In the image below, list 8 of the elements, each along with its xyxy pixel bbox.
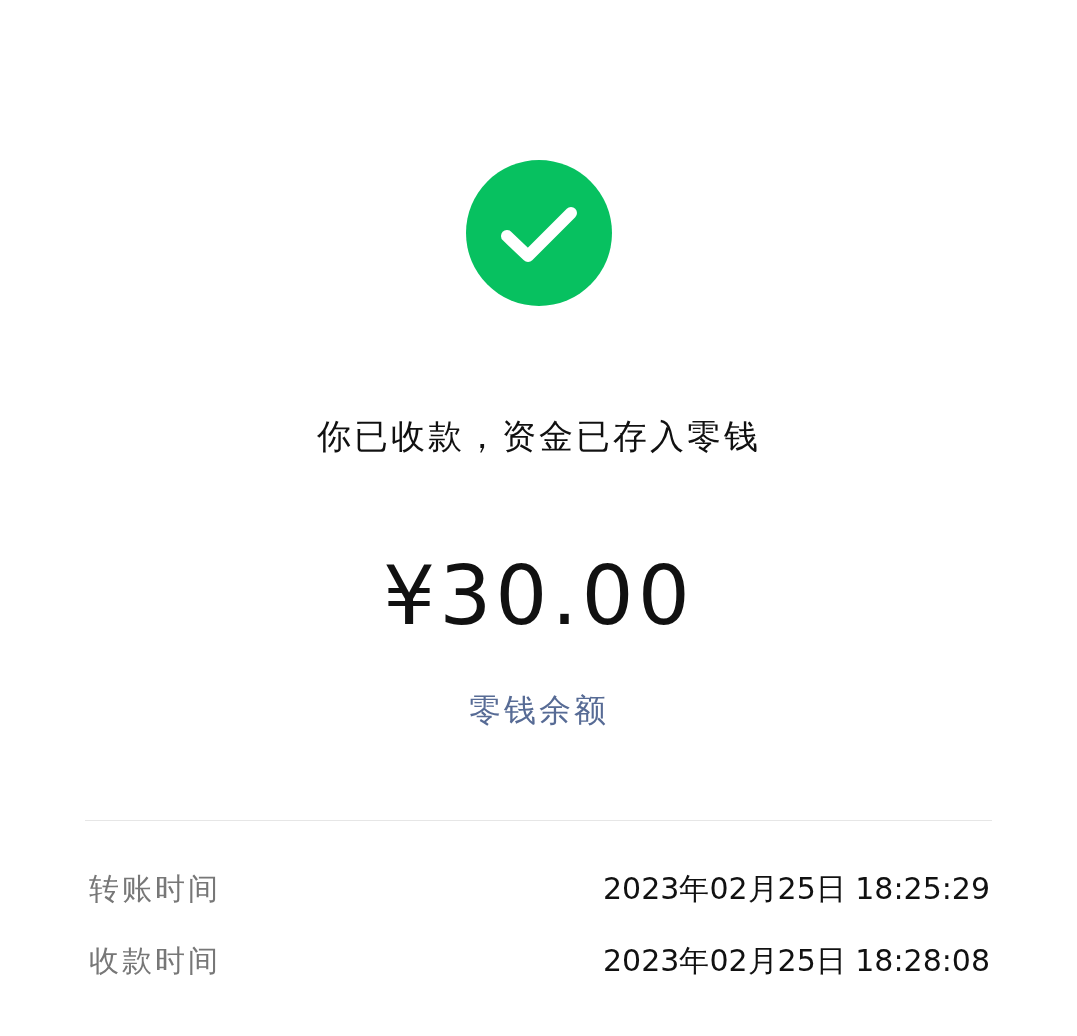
detail-value: 2023年02月25日 18:25:29 [603,870,990,908]
check-circle-icon [465,160,612,306]
balance-link[interactable]: 零钱余额 [468,690,609,730]
status-message: 你已收款，资金已存入零钱 [316,415,761,458]
detail-label: 转账时间 [89,870,221,908]
detail-value: 2023年02月25日 18:28:08 [603,942,990,980]
detail-label: 收款时间 [89,942,221,980]
amount: ¥30.00 [383,548,694,644]
